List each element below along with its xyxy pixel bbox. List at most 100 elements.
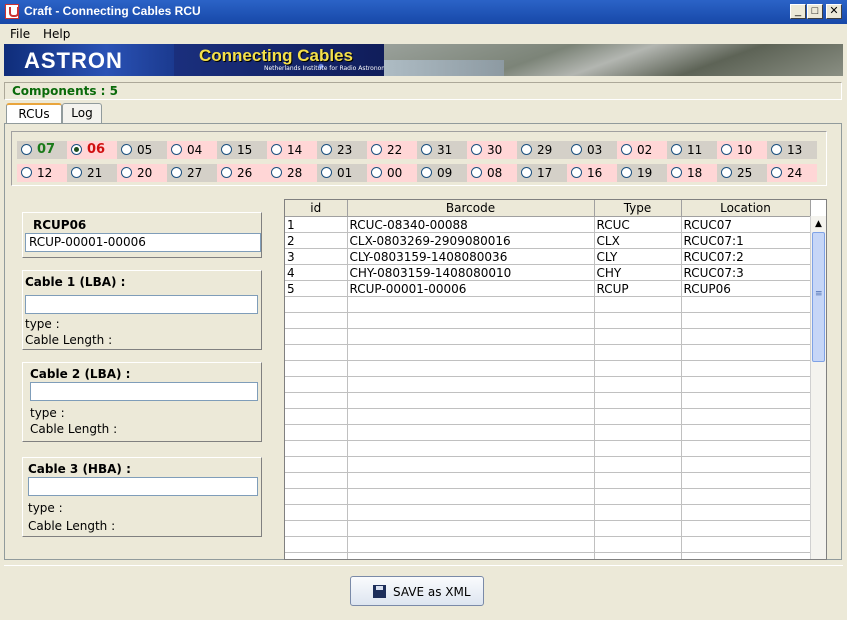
radio-button-icon[interactable] [571,144,582,155]
cable-3-barcode-field[interactable] [28,477,258,496]
rcu-radio-00[interactable]: 00 [367,164,417,182]
radio-button-icon[interactable] [671,144,682,155]
scroll-thumb[interactable] [812,232,825,362]
radio-button-icon[interactable] [321,144,332,155]
radio-button-icon[interactable] [771,144,782,155]
rcu-radio-30[interactable]: 30 [467,141,517,159]
radio-button-icon[interactable] [421,144,432,155]
radio-button-icon[interactable] [771,167,782,178]
rcu-radio-18[interactable]: 18 [667,164,717,182]
radio-button-icon[interactable] [421,167,432,178]
radio-button-icon[interactable] [121,144,132,155]
rcu-radio-03[interactable]: 03 [567,141,617,159]
rcu-radio-21[interactable]: 21 [67,164,117,182]
table-cell-empty [347,392,595,409]
radio-button-icon[interactable] [271,167,282,178]
table-vertical-scrollbar[interactable]: ▲ [810,216,826,559]
rcu-radio-15[interactable]: 15 [217,141,267,159]
rcu-radio-31[interactable]: 31 [417,141,467,159]
rcu-radio-01[interactable]: 01 [317,164,367,182]
radio-button-icon[interactable] [521,144,532,155]
rcu-radio-label: 12 [37,166,53,180]
column-header-barcode[interactable]: Barcode [347,200,595,217]
table-cell: 4 [285,264,348,281]
rcu-radio-08[interactable]: 08 [467,164,517,182]
radio-button-icon[interactable] [371,144,382,155]
cable-2-barcode-field[interactable] [30,382,258,401]
radio-button-icon[interactable] [471,167,482,178]
cable-1-barcode-field[interactable] [25,295,258,314]
menu-help[interactable]: Help [43,27,70,41]
radio-button-icon[interactable] [171,144,182,155]
rcup-barcode-field[interactable]: RCUP-00001-00006 [25,233,261,252]
radio-button-icon[interactable] [621,167,632,178]
table-header: id Barcode Type Location [285,200,811,217]
rcu-radio-05[interactable]: 05 [117,141,167,159]
radio-button-icon[interactable] [521,167,532,178]
rcu-radio-25[interactable]: 25 [717,164,767,182]
radio-button-icon[interactable] [471,144,482,155]
radio-button-icon[interactable] [721,144,732,155]
table-row[interactable]: 1 RCUC-08340-00088 RCUC RCUC07 [285,216,811,233]
maximize-button[interactable]: □ [807,4,823,19]
close-button[interactable]: ✕ [826,4,842,19]
radio-button-icon[interactable] [121,167,132,178]
column-header-location[interactable]: Location [681,200,811,217]
table-cell-empty [285,408,348,425]
radio-button-icon[interactable] [71,144,82,155]
rcu-radio-14[interactable]: 14 [267,141,317,159]
radio-button-icon[interactable] [621,144,632,155]
table-row[interactable]: 3 CLY-0803159-1408080036 CLY RCUC07:2 [285,248,811,265]
table-cell: CLY-0803159-1408080036 [347,248,595,265]
scroll-up-arrow-icon[interactable]: ▲ [811,216,826,232]
radio-button-icon[interactable] [321,167,332,178]
table-row[interactable]: 5 RCUP-00001-00006 RCUP RCUP06 [285,280,811,297]
rcu-radio-24[interactable]: 24 [767,164,817,182]
minimize-button[interactable]: _ [790,4,806,19]
table-cell-empty [681,440,811,457]
table-cell-empty [594,472,682,489]
rcu-radio-20[interactable]: 20 [117,164,167,182]
rcu-radio-13[interactable]: 13 [767,141,817,159]
radio-button-icon[interactable] [71,167,82,178]
rcu-radio-28[interactable]: 28 [267,164,317,182]
table-row[interactable]: 4 CHY-0803159-1408080010 CHY RCUC07:3 [285,264,811,281]
rcu-radio-11[interactable]: 11 [667,141,717,159]
radio-button-icon[interactable] [271,144,282,155]
tab-rcus[interactable]: RCUs [6,103,62,124]
title-bar[interactable]: Craft - Connecting Cables RCU _ □ ✕ [0,0,847,24]
rcu-radio-22[interactable]: 22 [367,141,417,159]
rcu-radio-26[interactable]: 26 [217,164,267,182]
rcu-radio-16[interactable]: 16 [567,164,617,182]
rcu-radio-19[interactable]: 19 [617,164,667,182]
rcu-radio-09[interactable]: 09 [417,164,467,182]
rcu-radio-10[interactable]: 10 [717,141,767,159]
rcu-radio-label: 03 [587,143,603,157]
tab-log[interactable]: Log [62,103,102,123]
rcu-radio-27[interactable]: 27 [167,164,217,182]
rcu-radio-06[interactable]: 06 [67,141,117,159]
column-header-type[interactable]: Type [594,200,682,217]
rcu-radio-29[interactable]: 29 [517,141,567,159]
rcu-radio-23[interactable]: 23 [317,141,367,159]
radio-button-icon[interactable] [21,144,32,155]
table-cell-empty [347,376,595,393]
rcu-radio-02[interactable]: 02 [617,141,667,159]
radio-button-icon[interactable] [571,167,582,178]
rcu-radio-label: 15 [237,143,253,157]
rcu-radio-07[interactable]: 07 [17,141,67,159]
table-row[interactable]: 2 CLX-0803269-2909080016 CLX RCUC07:1 [285,232,811,249]
radio-button-icon[interactable] [221,144,232,155]
radio-button-icon[interactable] [721,167,732,178]
radio-button-icon[interactable] [371,167,382,178]
rcu-radio-12[interactable]: 12 [17,164,67,182]
radio-button-icon[interactable] [21,167,32,178]
radio-button-icon[interactable] [171,167,182,178]
radio-button-icon[interactable] [671,167,682,178]
radio-button-icon[interactable] [221,167,232,178]
save-xml-button[interactable]: SAVE as XML [350,576,484,606]
rcu-radio-04[interactable]: 04 [167,141,217,159]
column-header-id[interactable]: id [285,200,348,217]
menu-file[interactable]: File [10,27,30,41]
rcu-radio-17[interactable]: 17 [517,164,567,182]
